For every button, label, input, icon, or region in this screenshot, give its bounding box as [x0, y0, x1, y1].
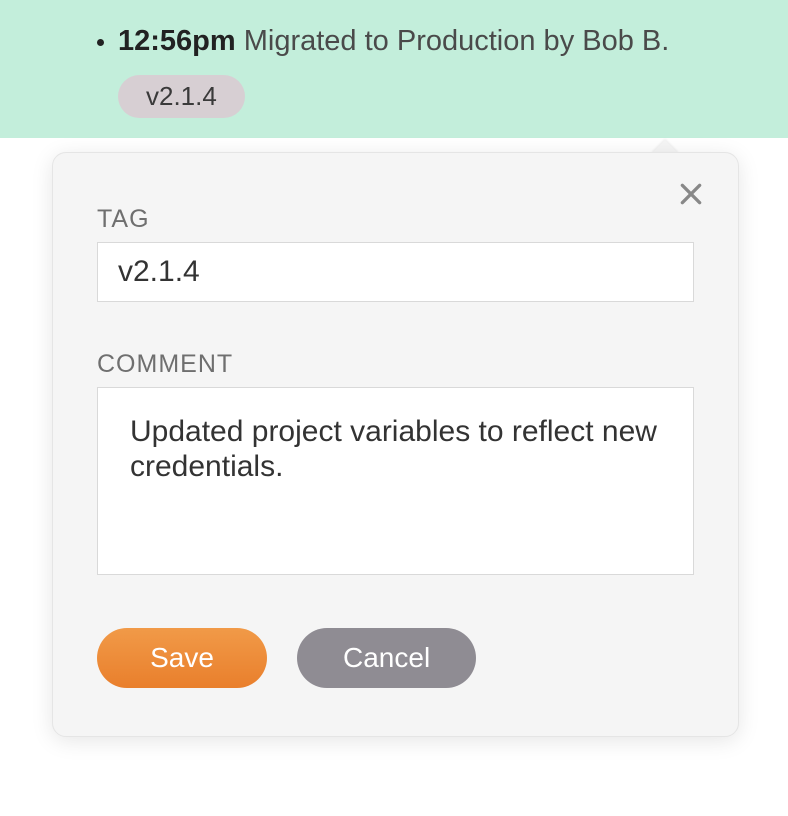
popover-body: TAG COMMENT Save Cancel	[52, 152, 739, 737]
version-tag-chip[interactable]: v2.1.4	[118, 75, 245, 118]
comment-label: COMMENT	[97, 350, 694, 379]
activity-banner: 12:56pm Migrated to Production by Bob B.…	[0, 0, 788, 138]
activity-message: Migrated to Production by Bob B.	[244, 25, 670, 57]
tag-input[interactable]	[97, 242, 694, 302]
close-button[interactable]	[672, 175, 710, 213]
close-icon	[678, 181, 704, 207]
button-row: Save Cancel	[97, 628, 694, 688]
tag-field-group: TAG	[97, 205, 694, 302]
activity-log-item: 12:56pm Migrated to Production by Bob B.…	[118, 22, 788, 118]
comment-field-group: COMMENT	[97, 350, 694, 580]
activity-log-text: 12:56pm Migrated to Production by Bob B.	[118, 22, 748, 61]
activity-time: 12:56pm	[118, 25, 236, 57]
edit-tag-popover: TAG COMMENT Save Cancel	[52, 152, 739, 737]
comment-textarea[interactable]	[97, 387, 694, 575]
save-button[interactable]: Save	[97, 628, 267, 688]
tag-label: TAG	[97, 205, 694, 234]
cancel-button[interactable]: Cancel	[297, 628, 476, 688]
